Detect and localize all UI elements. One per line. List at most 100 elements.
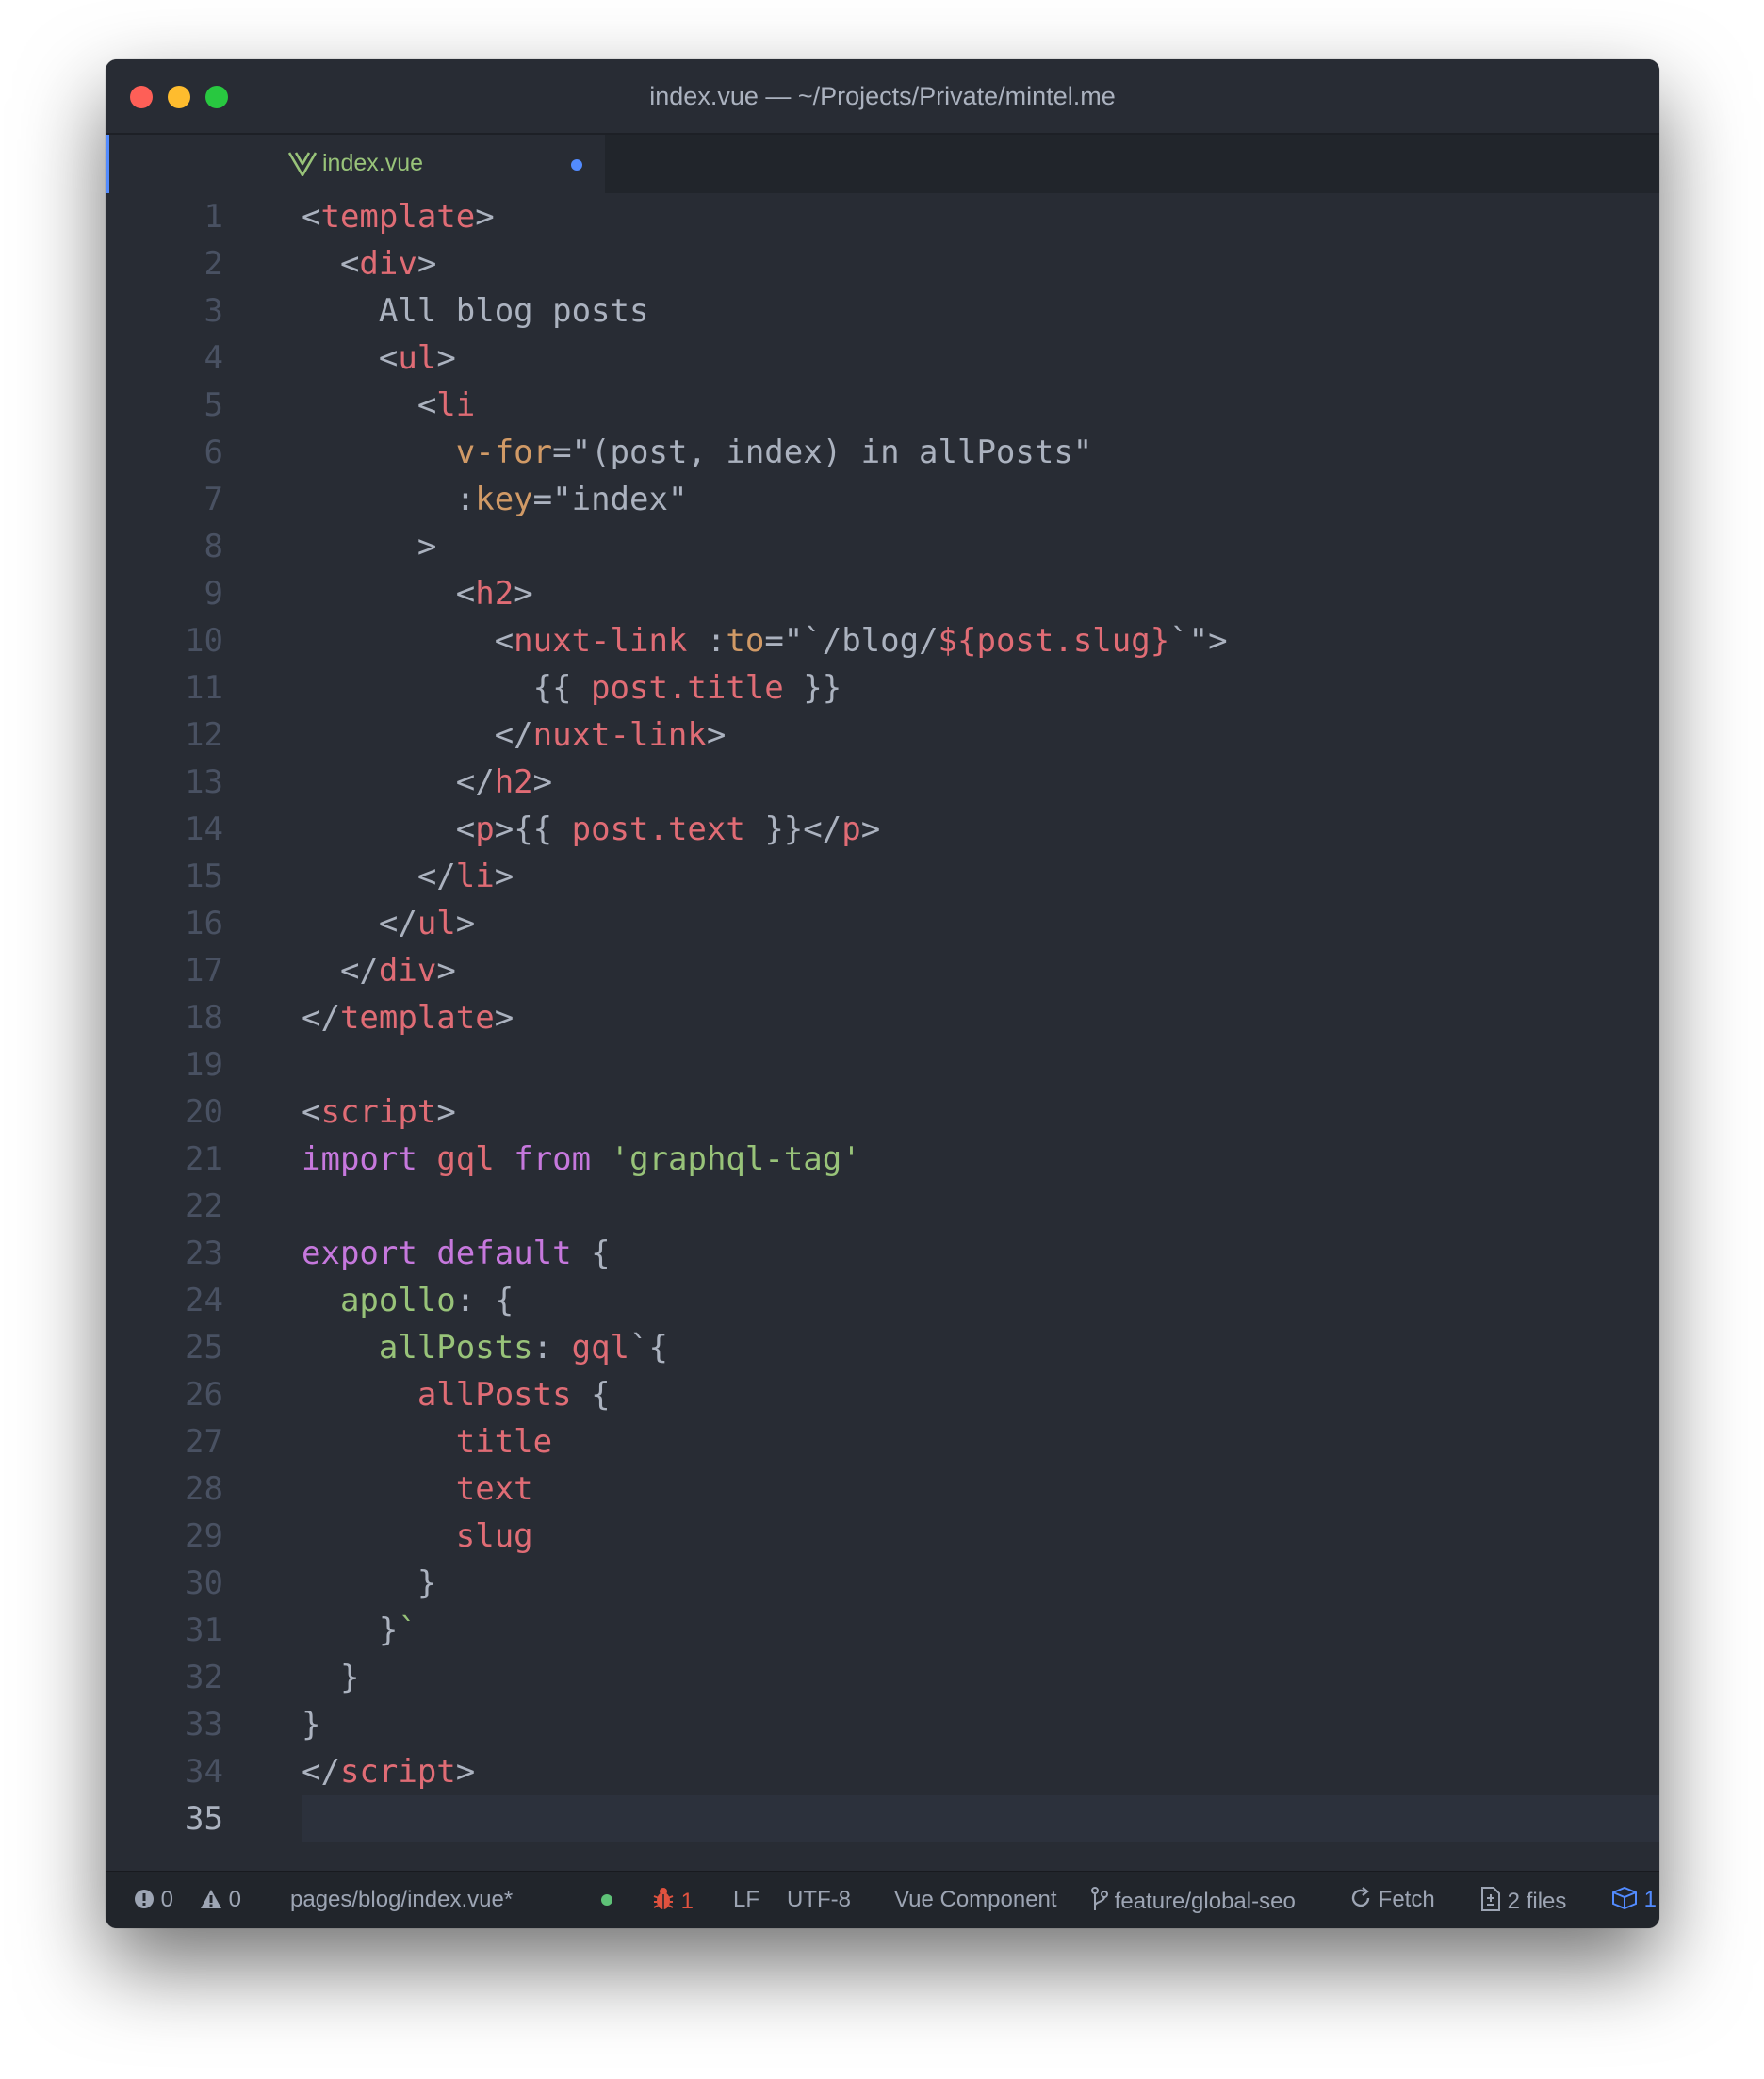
line-number[interactable]: 35 [106,1795,223,1842]
code-line[interactable]: 23 export default { [106,1230,1659,1277]
code-token: ="(post, index) in allPosts" [552,434,1093,471]
line-number[interactable]: 4 [106,335,223,382]
code-line[interactable]: 31 }` [106,1607,1659,1654]
line-number[interactable]: 15 [106,853,223,900]
code-token: template [339,999,495,1037]
line-number[interactable]: 27 [106,1418,223,1465]
line-number[interactable]: 17 [106,947,223,994]
code-line[interactable]: 19 [106,1041,1659,1089]
warnings-indicator[interactable]: 0 [200,1887,241,1913]
code-line[interactable]: 5 <li [106,382,1659,429]
line-number[interactable]: 19 [106,1041,223,1089]
line-number[interactable]: 20 [106,1089,223,1136]
file-encoding[interactable]: UTF-8 [787,1887,851,1913]
git-branch[interactable]: feature/global-seo [1091,1887,1296,1915]
code-line[interactable]: 21 import gql from 'graphql-tag' [106,1136,1659,1183]
line-number[interactable]: 10 [106,617,223,664]
line-number[interactable]: 1 [106,193,223,240]
errors-indicator[interactable]: 0 [134,1887,173,1913]
code-line[interactable]: 26 allPosts { [106,1371,1659,1418]
line-number[interactable]: 16 [106,900,223,947]
line-number[interactable]: 3 [106,287,223,335]
package-count: 1 [1643,1887,1658,1912]
line-number[interactable]: 13 [106,759,223,806]
line-number[interactable]: 5 [106,382,223,429]
line-number[interactable]: 31 [106,1607,223,1654]
line-ending[interactable]: LF [733,1887,760,1913]
line-number[interactable]: 21 [106,1136,223,1183]
tab-index-vue[interactable]: index.vue [106,135,605,193]
line-number[interactable]: 8 [106,523,223,570]
code-line[interactable]: 2 <div> [106,240,1659,287]
code-line[interactable]: 16 </ul> [106,900,1659,947]
code-line[interactable]: 22 [106,1183,1659,1230]
code-line[interactable]: 24 apollo: { [106,1277,1659,1324]
line-number[interactable]: 11 [106,664,223,712]
line-number[interactable]: 18 [106,994,223,1041]
line-number[interactable]: 34 [106,1748,223,1795]
file-path[interactable]: pages/blog/index.vue* [290,1887,513,1913]
line-number[interactable]: 6 [106,429,223,476]
code-line[interactable]: 34 </script> [106,1748,1659,1795]
error-icon [135,1890,154,1908]
code-line[interactable]: 18 </template> [106,994,1659,1041]
line-number[interactable]: 23 [106,1230,223,1277]
linter-indicator[interactable]: 1 [652,1887,694,1915]
line-number[interactable]: 29 [106,1513,223,1560]
code-line[interactable]: 17 </div> [106,947,1659,994]
code-line[interactable]: 7 :key="index" [106,476,1659,523]
code-line[interactable]: 29 slug [106,1513,1659,1560]
code-text: {{ post.title }} [302,664,842,712]
code-line[interactable]: 35 [185,1795,1659,1842]
code-line[interactable]: 11 {{ post.title }} [106,664,1659,712]
code-line[interactable]: 10 <nuxt-link :to="`/blog/${post.slug}`"… [106,617,1659,664]
code-line[interactable]: 27 title [106,1418,1659,1465]
code-token: < [302,622,514,660]
code-editor[interactable]: 1 <template> 2 <div> 3 All blog posts 4 <ul>… [106,193,1659,1872]
code-line[interactable]: 13 </h2> [106,759,1659,806]
line-number[interactable]: 26 [106,1371,223,1418]
code-line[interactable]: 9 <h2> [106,570,1659,617]
code-line[interactable]: 25 allPosts: gql`{ [106,1324,1659,1371]
code-token: > [532,763,553,801]
line-number[interactable]: 24 [106,1277,223,1324]
line-number[interactable]: 9 [106,570,223,617]
code-line[interactable]: 6 v-for="(post, index) in allPosts" [106,429,1659,476]
code-line[interactable]: 3 All blog posts [106,287,1659,335]
modified-indicator[interactable] [571,159,582,171]
line-number[interactable]: 32 [106,1654,223,1701]
editor-window: index.vue — ~/Projects/Private/mintel.me… [106,59,1659,1928]
code-line[interactable]: 8 > [106,523,1659,570]
code-line[interactable]: 12 </nuxt-link> [106,712,1659,759]
changed-files-indicator[interactable]: 2 files [1480,1887,1566,1915]
line-number[interactable]: 25 [106,1324,223,1371]
code-line[interactable]: 33} [106,1701,1659,1748]
code-line[interactable]: 4 <ul> [106,335,1659,382]
code-text: title [302,1418,552,1465]
bug-icon [653,1888,674,1909]
code-text: :key="index" [302,476,688,523]
package-indicator[interactable]: 1 [1611,1886,1658,1913]
code-line[interactable]: 28 text [106,1465,1659,1513]
code-text: </h2> [302,759,552,806]
line-number[interactable]: 7 [106,476,223,523]
code-token: > [436,1093,456,1131]
line-number[interactable]: 2 [106,240,223,287]
line-number[interactable]: 30 [106,1560,223,1607]
fetch-button[interactable]: Fetch [1349,1887,1435,1913]
code-text: <ul> [302,335,456,382]
code-line[interactable]: 15 </li> [106,853,1659,900]
line-number[interactable]: 28 [106,1465,223,1513]
line-number[interactable]: 33 [106,1701,223,1748]
code-token: }} [783,669,842,707]
line-number[interactable]: 12 [106,712,223,759]
code-line[interactable]: 14 <p>{{ post.text }}</p> [106,806,1659,853]
code-line[interactable]: 1 <template> [106,193,1659,240]
line-number[interactable]: 14 [106,806,223,853]
code-text: <li [302,382,475,429]
line-number[interactable]: 22 [106,1183,223,1230]
code-line[interactable]: 20 <script> [106,1089,1659,1136]
code-line[interactable]: 32 } [106,1654,1659,1701]
code-line[interactable]: 30 } [106,1560,1659,1607]
grammar-selector[interactable]: Vue Component [894,1887,1057,1913]
